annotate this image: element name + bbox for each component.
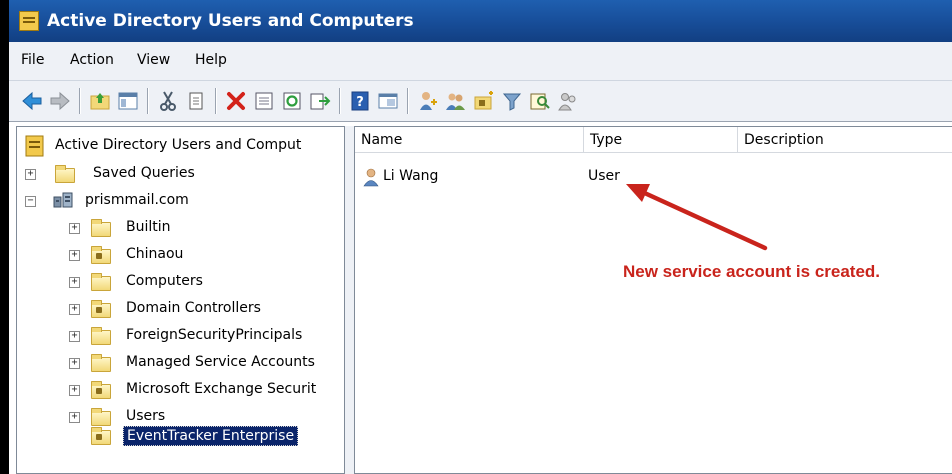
ou-icon[interactable] <box>473 90 495 112</box>
folder-icon <box>55 165 75 183</box>
tree-item[interactable]: + Builtin <box>17 217 337 241</box>
expand-icon[interactable]: + <box>69 331 80 342</box>
tree-item[interactable]: + Computers <box>17 271 337 295</box>
menu-view[interactable]: View <box>137 52 170 68</box>
folder-icon <box>91 354 111 372</box>
expand-icon[interactable]: + <box>69 358 80 369</box>
expand-icon[interactable]: + <box>69 250 80 261</box>
groups-icon[interactable] <box>445 90 467 112</box>
tree-item[interactable]: + Microsoft Exchange Securit <box>17 379 337 403</box>
collapse-icon[interactable]: − <box>25 196 36 207</box>
window-title: Active Directory Users and Computers <box>47 11 414 31</box>
copy-icon[interactable] <box>185 90 207 112</box>
users-icon[interactable] <box>417 90 439 112</box>
expand-icon[interactable]: + <box>69 304 80 315</box>
console-tree[interactable]: Active Directory Users and Comput + Save… <box>16 126 345 474</box>
tree-item-eventtracker[interactable]: EventTracker Enterprise <box>17 425 337 449</box>
menu-help[interactable]: Help <box>195 52 227 68</box>
folder-icon <box>91 327 111 345</box>
refresh-icon[interactable] <box>281 90 303 112</box>
ou-folder-icon <box>91 300 111 318</box>
tree-item-label: Computers <box>126 273 203 289</box>
help-icon[interactable]: ? <box>349 90 371 112</box>
user-icon <box>363 168 379 187</box>
svg-text:?: ? <box>356 95 364 110</box>
toolbar-separator <box>407 88 408 114</box>
tree-item-label: Microsoft Exchange Securit <box>126 381 317 397</box>
toolbar-separator <box>79 88 80 114</box>
show-tree-icon[interactable] <box>117 90 139 112</box>
back-arrow-icon[interactable] <box>21 90 43 112</box>
tree-item-label: Saved Queries <box>93 165 195 181</box>
ad-console-icon <box>19 11 39 31</box>
expand-icon[interactable]: + <box>69 277 80 288</box>
title-bar[interactable]: Active Directory Users and Computers <box>9 0 952 42</box>
toolbar: ? <box>9 81 952 122</box>
tree-item-label-selected: EventTracker Enterprise <box>123 426 299 446</box>
tree-item-label: Users <box>126 408 166 424</box>
tree-item-label: Builtin <box>126 219 171 235</box>
console-view-icon[interactable] <box>377 90 399 112</box>
tree-root-label: Active Directory Users and Comput <box>55 137 302 153</box>
tree-item-label: Chinaou <box>126 246 184 262</box>
tree-item-label: Managed Service Accounts <box>126 354 315 370</box>
toolbar-separator <box>147 88 148 114</box>
window-frame <box>0 0 9 474</box>
tree-item[interactable]: + ForeignSecurityPrincipals <box>17 325 337 349</box>
ou-folder-icon <box>91 246 111 264</box>
export-list-icon[interactable] <box>309 90 331 112</box>
tree-item[interactable]: + Managed Service Accounts <box>17 352 337 376</box>
properties-icon[interactable] <box>253 90 275 112</box>
tree-item-label: prismmail.com <box>85 192 189 208</box>
forward-arrow-icon[interactable] <box>49 90 71 112</box>
tree-item-domain[interactable]: − prismmail.com <box>17 190 337 214</box>
tree-item-label: Domain Controllers <box>126 300 261 316</box>
up-folder-icon[interactable] <box>89 90 111 112</box>
domain-icon <box>53 192 73 208</box>
filter-icon[interactable] <box>501 90 523 112</box>
annotation-arrow <box>626 184 768 251</box>
pane-splitter[interactable] <box>345 126 354 474</box>
expand-icon[interactable]: + <box>69 385 80 396</box>
expand-icon[interactable]: + <box>69 223 80 234</box>
find-icon[interactable] <box>529 90 551 112</box>
tree-item-saved-queries[interactable]: + Saved Queries <box>17 163 337 187</box>
tree-item[interactable]: + Domain Controllers <box>17 298 337 322</box>
ad-console-icon <box>25 135 44 157</box>
cut-icon[interactable] <box>157 90 179 112</box>
menu-action[interactable]: Action <box>70 52 114 68</box>
ou-folder-icon <box>91 381 111 399</box>
expand-icon[interactable]: + <box>25 169 36 180</box>
menu-bar: File Action View Help <box>9 42 952 81</box>
list-item-name: Li Wang <box>383 168 439 184</box>
toolbar-separator <box>339 88 340 114</box>
folder-icon <box>91 408 111 426</box>
annotation-text: New service account is created. <box>623 262 881 281</box>
column-header-name[interactable]: Name <box>355 127 584 153</box>
expand-icon[interactable]: + <box>69 412 80 423</box>
delete-icon[interactable] <box>225 90 247 112</box>
tree-item-label: ForeignSecurityPrincipals <box>126 327 303 343</box>
toolbar-separator <box>215 88 216 114</box>
folder-icon <box>91 273 111 291</box>
column-header-type[interactable]: Type <box>584 127 738 153</box>
folder-icon <box>91 219 111 237</box>
ou-folder-icon <box>91 427 111 445</box>
tree-item[interactable]: + Chinaou <box>17 244 337 268</box>
column-header-description[interactable]: Description <box>738 127 952 153</box>
delegate-icon[interactable] <box>557 90 579 112</box>
menu-file[interactable]: File <box>21 52 44 68</box>
